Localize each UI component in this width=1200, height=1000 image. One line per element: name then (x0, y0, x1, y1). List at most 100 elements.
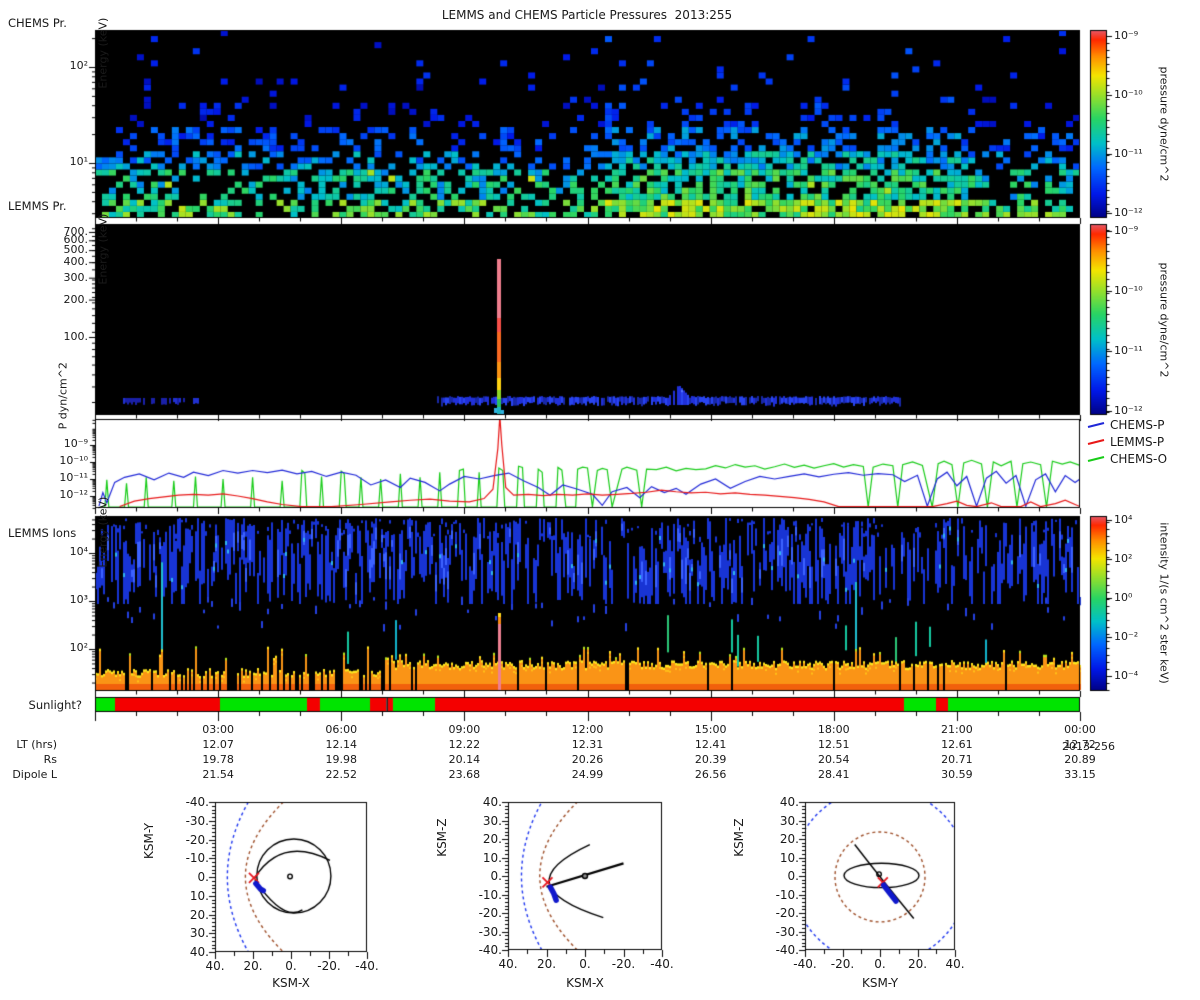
orbit-x-tick-label: 0. (285, 959, 297, 973)
orbit-y-tick-label: 40. (482, 795, 502, 809)
dipole-value: 26.56 (694, 768, 727, 781)
time-tick-label: 12:00 (571, 723, 604, 736)
orbit-x-tick-label: -20. (611, 957, 636, 971)
orbit-x-tick-label: -40. (793, 957, 817, 971)
orbit-y-tick-label: -40. (185, 795, 209, 809)
orbit-y-tick-label: -20. (185, 832, 209, 847)
orbit-y-tick-label: 10. (189, 888, 209, 903)
colorbar-tick-label: 10⁻¹⁰ (1114, 283, 1143, 297)
panel-label-lemms: LEMMS Pr. (8, 199, 67, 213)
legend-item-chems-o: CHEMS-O (1086, 452, 1167, 466)
colorbar-tick-label: 10⁻⁴ (1114, 668, 1139, 682)
orbit-x-tick-label: 20. (907, 957, 928, 971)
time-tick-label: 00:00 (1064, 723, 1096, 736)
orbit-x-tick-label: 0. (579, 957, 591, 971)
orbit-plot-ksmz-ksmx (508, 802, 662, 950)
colorbar-tick-label: 10⁰ (1114, 590, 1133, 604)
orbit-y-tick-label: -40. (775, 943, 799, 957)
lt-value: 12.14 (325, 738, 358, 751)
orbit-x-tick-label: 40. (205, 959, 225, 973)
sunlight-label: Sunlight? (28, 698, 82, 712)
time-tick-label: 21:00 (941, 723, 973, 736)
colorbar-intensity (1090, 516, 1107, 691)
colorbar-tick-label: 10⁻¹⁰ (1114, 87, 1143, 101)
orbit-y-tick-label: 20. (189, 907, 209, 922)
orbit-y-tick-label: 0. (490, 869, 502, 883)
y-tick-label: 10⁻¹⁰ (59, 454, 88, 467)
y-tick-label: 10⁻¹¹ (59, 471, 88, 484)
orbit-y-tick-label: 30. (482, 813, 502, 828)
orbit-y-tick-label: -10. (775, 887, 799, 902)
y-axis-title-pressure: P dyn/cm^2 (56, 362, 70, 430)
colorbar-tick-label: 10⁻¹² (1114, 403, 1143, 417)
chems-pressure-spectrogram (95, 30, 1080, 218)
legend-line-blue-icon (1087, 422, 1105, 428)
colorbar-pressure-2 (1090, 224, 1107, 415)
dipole-value: 28.41 (818, 768, 850, 781)
orbit-y-tick-label: 0. (787, 869, 799, 883)
colorbar-title-ions: intensity 1/(s cm^2 ster keV) (1157, 522, 1171, 684)
orbit-plot-ksmy-ksmx (215, 802, 367, 952)
rs-value: 20.71 (941, 753, 973, 766)
orbit-y-tick-label: 0. (197, 870, 209, 884)
orbit-plot-ksmz-ksmy (805, 802, 955, 950)
orbit-y-tick-label: -40. (478, 943, 502, 957)
orbit-x-tick-label: 20. (536, 957, 557, 971)
orbit-x-tick-label: -40. (355, 959, 379, 973)
y-tick-label: 400. (63, 255, 89, 269)
rs-value: 20.89 (1064, 753, 1096, 766)
colorbar-tick-label: 10⁻¹² (1114, 205, 1143, 219)
orbit-y-tick-label: -30. (478, 924, 502, 939)
y-axis-title-orbit2: KSM-Z (435, 818, 449, 857)
time-tick-label: 09:00 (448, 723, 481, 736)
colorbar-pressure-1 (1090, 30, 1107, 218)
y-tick-label: 10⁻¹² (59, 488, 88, 501)
lt-value: 12.07 (202, 738, 234, 751)
colorbar-tick-label: 10⁻⁹ (1114, 223, 1139, 237)
row-label-lt: LT (hrs) (16, 738, 57, 751)
y-tick-label: 300. (63, 270, 89, 284)
orbit-y-tick-label: 30. (189, 926, 209, 941)
orbit-x-tick-label: -40. (650, 957, 674, 971)
orbit-y-tick-label: 40. (779, 795, 799, 809)
y-tick-label: 10¹ (69, 155, 88, 168)
time-tick-label: 18:00 (817, 723, 850, 736)
row-label-dipole: Dipole L (12, 768, 57, 781)
legend-item-chems-p: CHEMS-P (1086, 418, 1165, 432)
y-tick-label: 10⁴ (69, 545, 88, 558)
time-tick-label: 03:00 (202, 723, 234, 736)
dipole-value: 24.99 (571, 768, 604, 781)
y-tick-label: 100. (63, 330, 89, 343)
y-tick-label: 10³ (69, 593, 88, 606)
rs-value: 20.26 (571, 753, 604, 766)
dipole-value: 30.59 (941, 768, 973, 781)
colorbar-tick-label: 10⁻¹¹ (1114, 343, 1143, 357)
legend-line-red-icon (1087, 439, 1105, 445)
lemms-pressure-spectrogram (95, 224, 1080, 415)
row-label-rs: Rs (43, 753, 57, 766)
panel-label-ions: LEMMS Ions (8, 526, 77, 540)
rs-value: 20.39 (694, 753, 727, 766)
y-axis-title-orbit1: KSM-Y (142, 822, 156, 859)
orbit-y-tick-label: -10. (185, 851, 209, 866)
time-tick-label: 06:00 (325, 723, 358, 736)
y-tick-label: 200. (63, 292, 89, 306)
orbit-x-tick-label: -20. (830, 957, 855, 971)
orbit-y-tick-label: -20. (478, 906, 502, 920)
y-axis-title-orbit3: KSM-Z (732, 818, 746, 857)
colorbar-title-lemms: pressure dyne/cm^2 (1157, 262, 1171, 378)
panel-label-chems: CHEMS Pr. (8, 16, 67, 30)
colorbar-tick-label: 10² (1114, 551, 1133, 565)
dipole-value: 22.52 (325, 768, 358, 781)
lt-value: 12.22 (448, 738, 481, 751)
plot-page: { "title": "LEMMS and CHEMS Particle Pre… (0, 0, 1200, 1000)
orbit-x-tick-label: 40. (498, 957, 518, 971)
dipole-value: 33.15 (1064, 768, 1096, 781)
orbit-y-tick-label: -20. (775, 906, 799, 920)
lt-value: 12.41 (694, 738, 727, 751)
dipole-value: 21.54 (202, 768, 234, 781)
dipole-value: 23.68 (448, 768, 481, 781)
orbit-y-tick-label: 30. (779, 813, 799, 828)
y-tick-label: 10⁻⁹ (63, 437, 88, 450)
rs-value: 19.78 (202, 753, 234, 766)
